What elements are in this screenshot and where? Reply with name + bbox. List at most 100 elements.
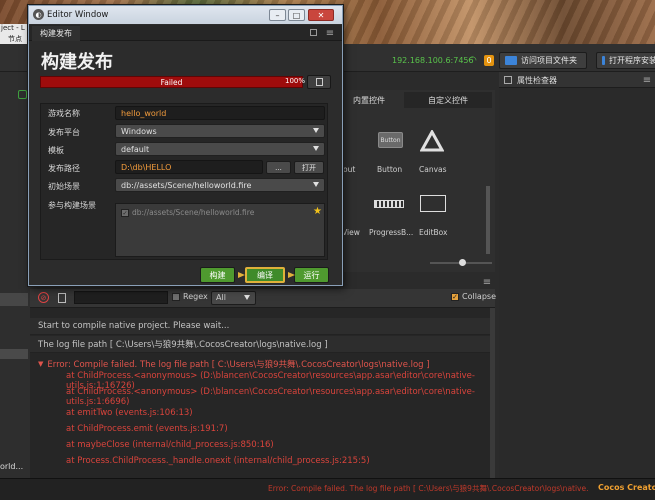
minimize-icon[interactable]: –	[269, 9, 286, 21]
stack-trace-line[interactable]: at emitTwo (events.js:106:13)	[30, 404, 490, 421]
open-log-icon[interactable]	[58, 293, 66, 303]
build-path-label: 发布路径	[48, 164, 80, 173]
popout-icon[interactable]	[310, 29, 317, 36]
cocos-logo-icon: ◐	[33, 9, 44, 20]
editor-window: ◐ Editor Window – □ ✕ 构建发布 ≡ 构建发布 Failed…	[28, 5, 343, 286]
open-installer-label: 打开程序安装	[609, 56, 655, 65]
chevron-down-icon	[244, 295, 250, 300]
browse-path-button[interactable]: ...	[266, 161, 291, 174]
open-path-button[interactable]: 打开	[294, 161, 324, 174]
template-value: default	[121, 144, 150, 154]
assets-selected-row[interactable]	[0, 349, 28, 359]
editbox-icon	[420, 195, 446, 212]
platform-select[interactable]: Windows	[115, 124, 325, 138]
widget-label-button[interactable]: Button	[377, 165, 402, 174]
menu-item-node[interactable]: 节点	[0, 34, 28, 44]
notification-badge[interactable]: 0	[484, 55, 494, 66]
scene-item: db://assets/Scene/helloworld.fire	[132, 208, 255, 217]
scene-node-label[interactable]: orld...	[0, 462, 30, 476]
star-icon: ★	[313, 206, 322, 217]
platform-label: 发布平台	[48, 128, 80, 137]
expand-caret-icon[interactable]: ▼	[38, 360, 43, 368]
platform-value: Windows	[121, 126, 157, 136]
inspector-icon	[504, 76, 512, 84]
clear-console-icon[interactable]: ⊘	[38, 292, 49, 303]
chevron-down-icon	[313, 146, 319, 151]
compile-button[interactable]: 编译	[245, 267, 285, 283]
included-scenes-label: 参与构建场景	[48, 201, 96, 210]
run-button[interactable]: 运行	[294, 267, 329, 283]
collapse-checkbox[interactable]: ✓	[451, 293, 459, 301]
ip-address: 192.168.100.6:7456	[392, 56, 474, 65]
page-title: 构建发布	[41, 52, 113, 73]
build-progress-bar: Failed	[40, 76, 303, 88]
collapse-label: Collapse	[462, 292, 496, 301]
progress-status: Failed	[160, 77, 183, 87]
close-icon[interactable]: ✕	[308, 9, 334, 21]
game-name-input[interactable]: hello_world	[115, 106, 325, 120]
log-level-select[interactable]: All	[211, 291, 256, 305]
stack-trace-line[interactable]: at maybeClose (internal/child_process.js…	[30, 436, 490, 453]
canvas-icon	[420, 130, 444, 152]
log-line[interactable]: The log file path [ C:\Users\与狼9共舞\.Coco…	[30, 336, 490, 353]
wifi-icon: ◠	[468, 54, 477, 66]
stack-trace-line[interactable]: at ChildProcess.emit (events.js:191:7)	[30, 420, 490, 437]
open-installer-button[interactable]: 打开程序安装	[596, 52, 655, 69]
menu-item-project[interactable]: ject - L	[0, 24, 28, 34]
folder-icon	[505, 56, 517, 65]
tab-builtin-widgets[interactable]: 内置控件	[336, 92, 402, 108]
widget-label-canvas[interactable]: Canvas	[419, 165, 447, 174]
widget-label-progressbar[interactable]: ProgressB...	[369, 228, 413, 237]
included-scenes-list: ✓ db://assets/Scene/helloworld.fire ★	[115, 203, 325, 257]
widget-library-panel	[335, 90, 495, 272]
inspector-menu-icon[interactable]: ≡	[640, 72, 654, 88]
inspector-header: 属性检查器	[499, 72, 655, 88]
scene-checkbox[interactable]: ✓	[121, 209, 129, 217]
start-scene-value: db://assets/Scene/helloworld.fire	[121, 180, 252, 190]
start-scene-select[interactable]: db://assets/Scene/helloworld.fire	[115, 178, 325, 192]
console-scrollbar[interactable]	[490, 308, 495, 478]
widget-menu-icon[interactable]: ≡	[481, 276, 493, 288]
chevron-down-icon	[313, 182, 319, 187]
window-titlebar[interactable]: ◐ Editor Window – □ ✕	[29, 6, 342, 24]
progress-percent: 100%	[285, 77, 306, 85]
maximize-icon[interactable]: □	[288, 9, 305, 21]
arrow-icon	[288, 272, 295, 278]
widget-label-layout[interactable]: out	[343, 165, 355, 174]
installer-icon	[602, 56, 605, 65]
arrow-icon	[238, 272, 245, 278]
regex-checkbox[interactable]	[172, 293, 180, 301]
button-icon: Button	[378, 132, 403, 148]
status-message[interactable]: Error: Compile failed. The log file path…	[268, 483, 588, 495]
inspector-title: 属性检查器	[517, 76, 557, 85]
template-label: 模板	[48, 146, 64, 155]
error-log-text: Error: Compile failed. The log file path…	[47, 359, 430, 370]
document-icon	[315, 78, 323, 86]
stack-trace-line[interactable]: at ChildProcess.<anonymous> (D:\blancen\…	[30, 387, 490, 407]
log-level-value: All	[216, 293, 226, 302]
panel-menu-icon[interactable]: ≡	[324, 26, 336, 40]
link-icon[interactable]	[18, 90, 27, 99]
visit-dev-folder-label: 访问项目文件夹	[521, 56, 577, 65]
console-search-input[interactable]	[74, 291, 168, 304]
widget-scrollbar[interactable]	[486, 186, 490, 254]
open-log-button[interactable]	[307, 75, 331, 89]
app-name: Cocos Creator	[598, 483, 655, 492]
widget-label-editbox[interactable]: EditBox	[419, 228, 447, 237]
log-line[interactable]: Start to compile native project. Please …	[30, 318, 490, 335]
stack-trace-line[interactable]: at Process.ChildProcess._handle.onexit (…	[30, 452, 490, 469]
assets-search-field[interactable]	[0, 293, 28, 306]
template-select[interactable]: default	[115, 142, 325, 156]
progressbar-icon	[374, 200, 404, 208]
chevron-down-icon	[313, 128, 319, 133]
tab-build-publish[interactable]: 构建发布	[32, 26, 80, 41]
start-scene-label: 初始场景	[48, 182, 80, 191]
game-name-label: 游戏名称	[48, 109, 80, 118]
tab-custom-widgets[interactable]: 自定义控件	[404, 92, 492, 108]
build-button[interactable]: 构建	[200, 267, 235, 283]
build-path-input[interactable]: D:\db\HELLO	[115, 160, 263, 174]
visit-dev-folder-button[interactable]: 访问项目文件夹	[499, 52, 587, 69]
error-log-line[interactable]: ▼ Error: Compile failed. The log file pa…	[30, 355, 490, 372]
zoom-slider-handle[interactable]	[459, 259, 466, 266]
window-title: Editor Window	[47, 10, 109, 20]
